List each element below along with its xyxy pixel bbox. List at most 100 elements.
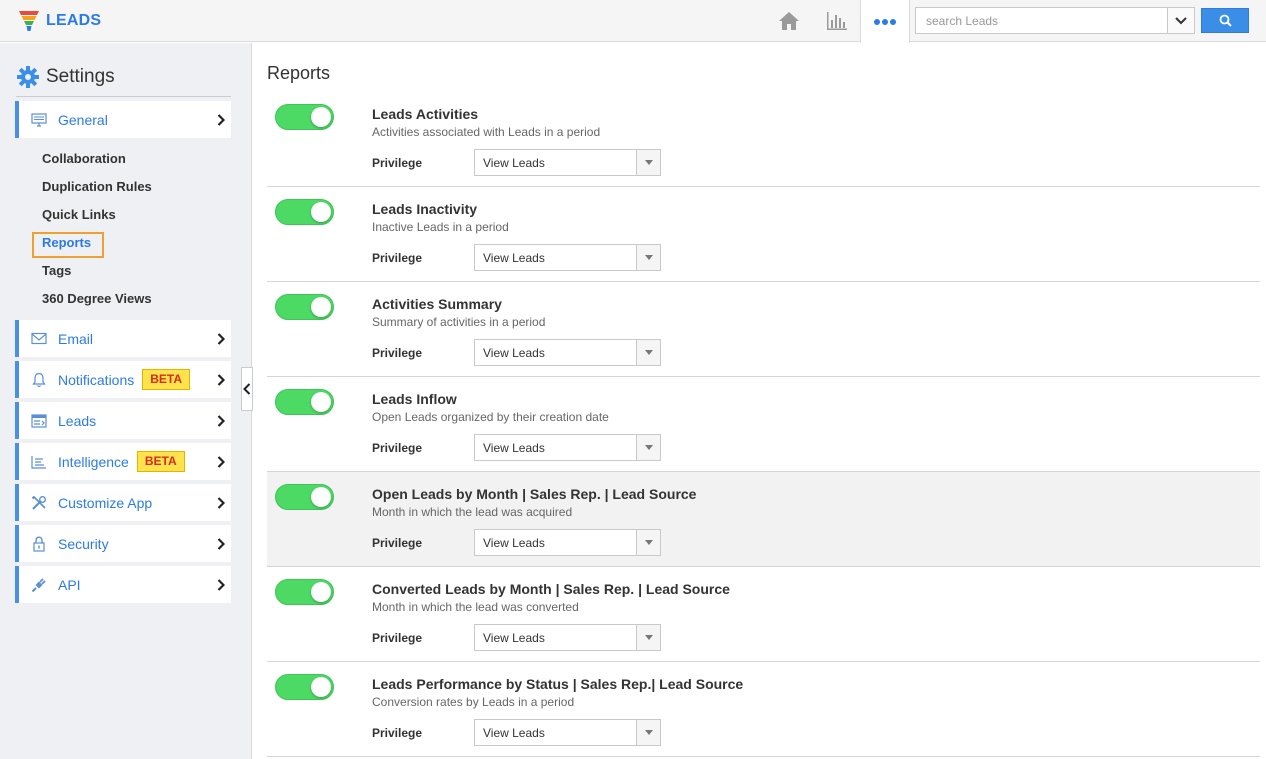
privilege-select-value: View Leads	[483, 251, 545, 265]
toggle-knob	[311, 487, 331, 507]
report-description: Month in which the lead was acquired	[372, 505, 573, 519]
report-enable-toggle[interactable]	[275, 104, 334, 130]
toggle-knob	[311, 202, 331, 222]
sidebar-item-label: Leads	[58, 412, 97, 429]
search-dropdown-button[interactable]	[1167, 8, 1194, 33]
sidebar-item-leads[interactable]: Leads	[15, 402, 231, 439]
search-icon	[1219, 14, 1232, 27]
report-description: Inactive Leads in a period	[372, 220, 509, 234]
beta-badge: BETA	[136, 451, 185, 472]
report-enable-toggle[interactable]	[275, 199, 334, 225]
privilege-select[interactable]: View Leads	[474, 529, 661, 556]
sidebar-item-label: Email	[58, 330, 94, 347]
app-logo[interactable]: LEADS	[18, 9, 101, 33]
report-title: Leads Activities	[372, 106, 479, 122]
caret-down-icon	[636, 720, 660, 745]
report-description: Summary of activities in a period	[372, 315, 546, 329]
report-description: Open Leads organized by their creation d…	[372, 410, 609, 424]
home-button[interactable]	[772, 0, 806, 42]
report-enable-toggle[interactable]	[275, 484, 334, 510]
report-enable-toggle[interactable]	[275, 294, 334, 320]
tools-icon	[30, 494, 48, 512]
report-title: Leads Performance by Status | Sales Rep.…	[372, 676, 744, 692]
report-title: Converted Leads by Month | Sales Rep. | …	[372, 581, 730, 597]
privilege-label: Privilege	[372, 346, 423, 360]
search-input[interactable]	[916, 8, 1168, 33]
report-row: Activities Summary Summary of activities…	[267, 282, 1260, 377]
sub-item-collaboration[interactable]: Collaboration	[42, 151, 126, 166]
privilege-select[interactable]: View Leads	[474, 434, 661, 461]
report-row: Leads Inactivity Inactive Leads in a per…	[267, 187, 1260, 282]
sidebar-item-general[interactable]: General	[15, 101, 231, 138]
chevron-right-icon	[217, 333, 225, 345]
page-title: Reports	[267, 63, 331, 83]
report-title: Leads Inflow	[372, 391, 457, 407]
sidebar-item-label: Customize App	[58, 494, 153, 511]
report-title: Activities Summary	[372, 296, 502, 312]
report-description: Activities associated with Leads in a pe…	[372, 125, 601, 139]
privilege-select-value: View Leads	[483, 536, 545, 550]
leads-form-icon	[30, 412, 48, 430]
reports-settings-panel: Reports Leads Activities Activities asso…	[253, 43, 1266, 759]
sub-item-reports[interactable]: Reports	[42, 235, 91, 250]
sidebar-item-api[interactable]: API	[15, 566, 231, 603]
privilege-select-value: View Leads	[483, 441, 545, 455]
report-row: Leads Inflow Open Leads organized by the…	[267, 377, 1260, 472]
chevron-right-icon	[217, 456, 225, 468]
privilege-select-value: View Leads	[483, 346, 545, 360]
report-enable-toggle[interactable]	[275, 674, 334, 700]
sidebar-collapse-toggle[interactable]	[241, 367, 253, 411]
gear-icon	[17, 66, 39, 88]
settings-sidebar: Settings General Collaboration Duplicati…	[0, 43, 252, 759]
chevron-right-icon	[217, 114, 225, 126]
caret-down-icon	[636, 245, 660, 270]
caret-down-icon	[636, 340, 660, 365]
sub-item-duplication-rules[interactable]: Duplication Rules	[42, 179, 152, 194]
intelligence-icon	[30, 453, 48, 471]
sidebar-item-label: Intelligence	[58, 453, 129, 470]
chevron-right-icon	[217, 415, 225, 427]
sub-item-quick-links[interactable]: Quick Links	[42, 207, 116, 222]
toggle-knob	[311, 582, 331, 602]
monitor-icon	[30, 111, 48, 129]
reports-button[interactable]	[820, 0, 854, 42]
report-enable-toggle[interactable]	[275, 389, 334, 415]
chevron-right-icon	[217, 374, 225, 386]
chevron-down-icon	[1175, 16, 1187, 24]
more-apps-button[interactable]	[860, 0, 910, 43]
privilege-select[interactable]: View Leads	[474, 244, 661, 271]
caret-down-icon	[636, 435, 660, 460]
chevron-left-icon	[243, 383, 251, 395]
privilege-select-value: View Leads	[483, 726, 545, 740]
privilege-label: Privilege	[372, 536, 423, 550]
sidebar-item-email[interactable]: Email	[15, 320, 231, 357]
chevron-right-icon	[217, 538, 225, 550]
sidebar-item-notifications[interactable]: Notifications BETA	[15, 361, 231, 398]
report-description: Conversion rates by Leads in a period	[372, 695, 575, 709]
sub-item-tags[interactable]: Tags	[42, 263, 71, 278]
sidebar-item-security[interactable]: Security	[15, 525, 231, 562]
sidebar-item-label: General	[58, 111, 108, 128]
privilege-select[interactable]: View Leads	[474, 149, 661, 176]
caret-down-icon	[636, 150, 660, 175]
search-button[interactable]	[1201, 8, 1249, 33]
privilege-label: Privilege	[372, 156, 423, 170]
report-enable-toggle[interactable]	[275, 579, 334, 605]
privilege-select[interactable]: View Leads	[474, 624, 661, 651]
plug-icon	[30, 576, 48, 594]
report-row: Leads Performance by Status | Sales Rep.…	[267, 662, 1260, 757]
chevron-right-icon	[217, 579, 225, 591]
envelope-icon	[30, 330, 48, 348]
sidebar-item-customize-app[interactable]: Customize App	[15, 484, 231, 521]
app-title: LEADS	[46, 12, 102, 29]
toggle-knob	[311, 677, 331, 697]
sub-item-360-degree-views[interactable]: 360 Degree Views	[42, 291, 152, 306]
sidebar-item-label: API	[58, 576, 81, 593]
privilege-select[interactable]: View Leads	[474, 719, 661, 746]
sidebar-item-label: Notifications	[58, 371, 135, 388]
settings-title: Settings	[46, 66, 115, 87]
top-bar: LEADS	[0, 0, 1266, 43]
sidebar-item-intelligence[interactable]: Intelligence BETA	[15, 443, 231, 480]
home-icon	[779, 12, 799, 30]
privilege-select[interactable]: View Leads	[474, 339, 661, 366]
